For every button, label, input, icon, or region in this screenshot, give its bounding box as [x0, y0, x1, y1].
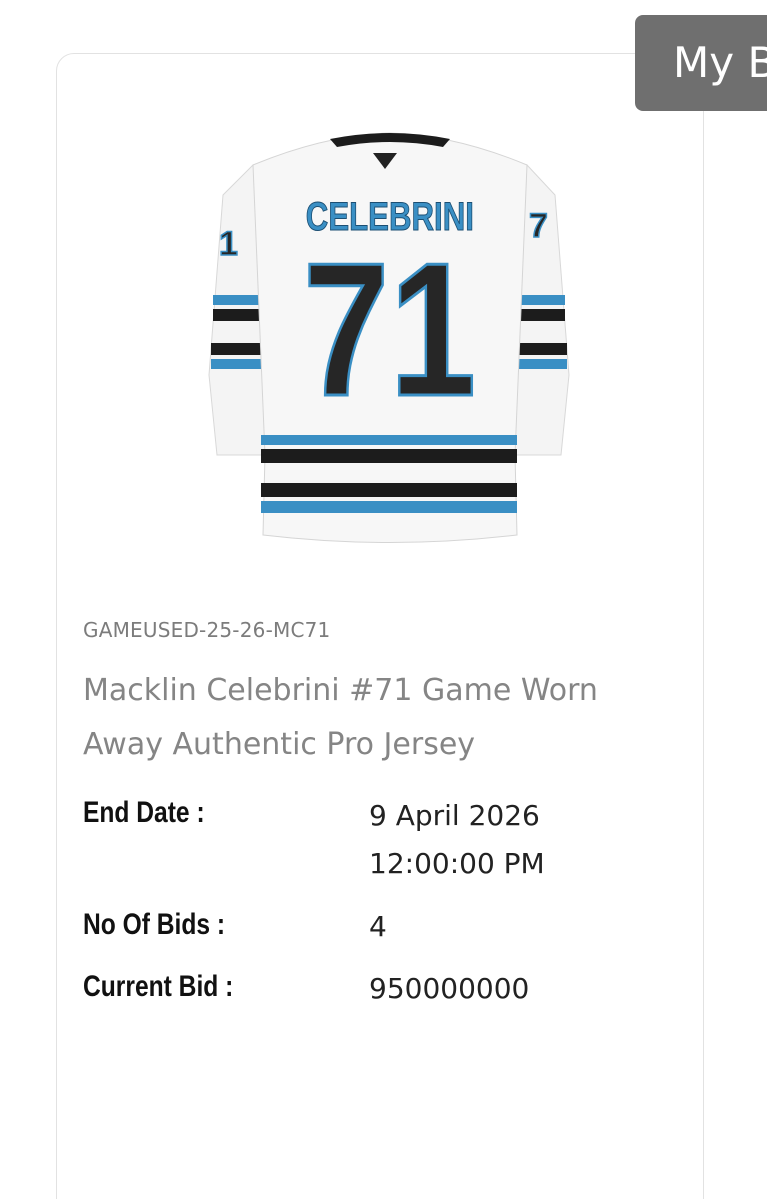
bids-count-value: 4: [369, 910, 387, 943]
current-bid-label: Current Bid :: [83, 970, 234, 1003]
svg-text:7: 7: [529, 207, 548, 245]
my-bids-button[interactable]: My B: [635, 15, 767, 111]
jersey-image[interactable]: 7 1 CELEBRINI 71: [205, 125, 575, 555]
jersey-illustration: 7 1 CELEBRINI 71: [208, 132, 570, 543]
lot-title[interactable]: Macklin Celebrini #71 Game Worn Away Aut…: [83, 664, 663, 772]
end-time-value: 12:00:00 PM: [369, 847, 545, 880]
jersey-number: 71: [303, 223, 476, 435]
lot-number: GAMEUSED-25-26-MC71: [83, 618, 331, 642]
end-date-value: 9 April 2026: [369, 799, 540, 832]
current-bid-value: 950000000: [369, 972, 530, 1005]
svg-text:1: 1: [219, 225, 238, 263]
page: My B 7 1 CELEBRINI 71 GAMEUSED-25-26-MC7…: [0, 0, 767, 1199]
bids-count-label: No Of Bids :: [83, 908, 226, 941]
end-date-label: End Date :: [83, 796, 205, 829]
